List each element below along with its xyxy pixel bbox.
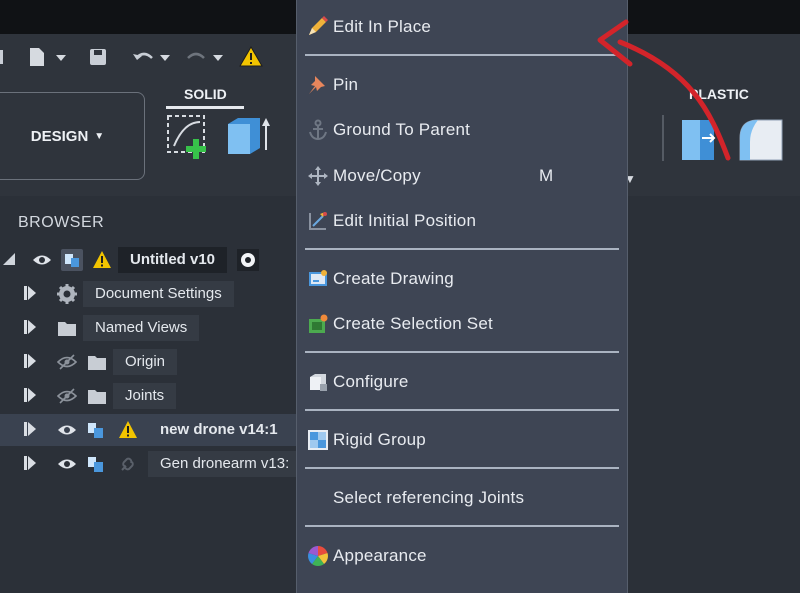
menu-separator: [305, 409, 619, 411]
solid-tools: [167, 115, 270, 159]
menu-item-edit-in-place[interactable]: Edit In Place: [333, 17, 431, 37]
menu-separator: [305, 467, 619, 469]
browser-item-label: Named Views: [83, 315, 200, 341]
selection-set-icon: [309, 314, 328, 333]
expand-arrow-icon[interactable]: [24, 320, 36, 334]
expand-arrow-icon[interactable]: [24, 456, 36, 470]
browser-item-label: Document Settings: [83, 281, 234, 307]
rigid-group-icon: [308, 430, 328, 450]
component-icon: [88, 423, 103, 438]
menu-item-appearance[interactable]: Appearance: [333, 546, 427, 566]
root-component-label: Untitled v10: [118, 247, 228, 273]
browser-root-row[interactable]: Untitled v10: [0, 244, 296, 276]
quick-access-icons: [0, 46, 263, 67]
redo-icon[interactable]: [187, 52, 223, 61]
collapse-icon[interactable]: [3, 253, 15, 265]
eye-icon[interactable]: [57, 454, 77, 474]
folder-icon: [88, 356, 106, 370]
configure-icon: [310, 374, 327, 391]
browser-item-label: Origin: [113, 349, 178, 375]
menu-item-create-drawing[interactable]: Create Drawing: [333, 269, 454, 289]
chevron-down-icon: ▼: [94, 130, 105, 142]
design-workspace-button[interactable]: DESIGN ▼: [0, 92, 145, 180]
pin-icon: [309, 76, 325, 94]
move-icon: [308, 166, 328, 186]
component-icon: [61, 249, 83, 271]
browser-item-label: Joints: [113, 383, 177, 409]
drawing-icon: [309, 270, 327, 286]
menu-item-pin[interactable]: Pin: [333, 75, 358, 95]
edit-position-icon: [309, 212, 327, 230]
browser-item[interactable]: Origin: [0, 346, 296, 378]
expand-arrow-icon[interactable]: [24, 354, 36, 368]
new-file-icon[interactable]: [30, 48, 66, 66]
browser-item[interactable]: Document Settings: [0, 278, 296, 310]
browser-title: BROWSER: [18, 214, 105, 231]
appearance-icon: [308, 546, 328, 566]
annotation-arrow: [597, 19, 731, 161]
gear-icon: [57, 284, 77, 304]
anchor-icon: [309, 119, 327, 141]
expand-arrow-icon[interactable]: [24, 422, 36, 436]
tab-solid-underline: [166, 106, 244, 109]
browser-item[interactable]: Joints: [0, 380, 296, 412]
tab-solid[interactable]: SOLID: [184, 86, 227, 102]
warning-icon: [119, 421, 137, 438]
activate-radio-icon[interactable]: [237, 249, 259, 271]
warning-icon: [93, 251, 111, 268]
component-icon: [88, 457, 103, 472]
warning-icon[interactable]: [239, 46, 263, 67]
pencil-icon: [309, 16, 328, 35]
undo-icon[interactable]: [133, 52, 170, 61]
eye-icon[interactable]: [57, 420, 77, 440]
menu-item-rigid-group[interactable]: Rigid Group: [333, 430, 426, 450]
browser-item-label: Gen dronearm v13:: [148, 451, 302, 477]
menu-separator: [305, 248, 619, 250]
menu-item-select-referencing-joints[interactable]: Select referencing Joints: [333, 488, 524, 508]
eye-icon[interactable]: [32, 250, 52, 270]
menu-item-create-selection-set[interactable]: Create Selection Set: [333, 314, 493, 334]
browser-item-label: new drone v14:1: [160, 421, 278, 438]
eye-hidden-icon[interactable]: [57, 352, 77, 372]
menu-item-move-copy[interactable]: Move/Copy: [333, 166, 421, 186]
menu-separator: [305, 351, 619, 353]
link-icon: [121, 457, 134, 471]
create-sketch-icon[interactable]: [167, 115, 206, 159]
browser-item-selected[interactable]: new drone v14:1: [0, 414, 296, 446]
expand-arrow-icon[interactable]: [24, 286, 36, 300]
menu-item-ground-to-parent[interactable]: Ground To Parent: [333, 120, 470, 140]
eye-hidden-icon[interactable]: [57, 386, 77, 406]
menu-item-configure[interactable]: Configure: [333, 372, 409, 392]
folder-icon: [58, 322, 76, 336]
move-copy-shortcut: M: [539, 166, 554, 185]
extrude-icon[interactable]: [228, 118, 270, 154]
canvas: [626, 196, 800, 593]
menu-separator: [305, 525, 619, 527]
browser-item[interactable]: Gen dronearm v13:: [0, 448, 302, 480]
design-label: DESIGN: [30, 127, 89, 145]
browser-item[interactable]: Named Views: [0, 312, 296, 344]
menu-item-edit-initial-position[interactable]: Edit Initial Position: [333, 211, 476, 231]
folder-icon: [88, 390, 106, 404]
save-icon[interactable]: [90, 49, 106, 65]
expand-arrow-icon[interactable]: [24, 388, 36, 402]
